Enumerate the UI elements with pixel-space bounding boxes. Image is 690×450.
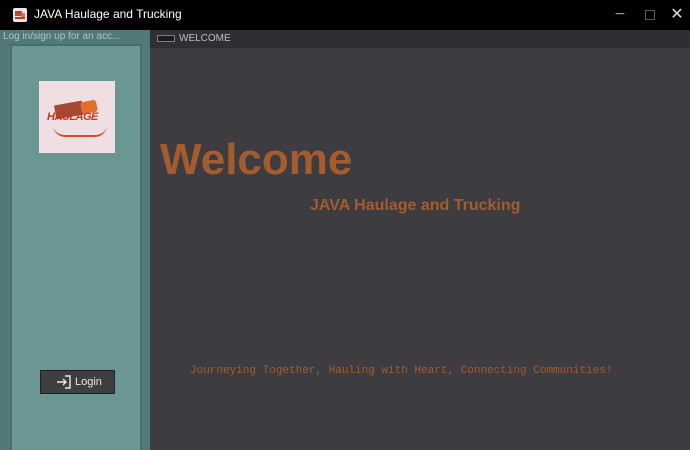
minimize-icon: − (614, 6, 626, 22)
close-button[interactable]: ✕ (662, 0, 690, 30)
tab-icon (157, 35, 175, 42)
main-content: WELCOME Welcome JAVA Haulage and Truckin… (150, 30, 690, 450)
window-title: JAVA Haulage and Trucking (34, 7, 182, 21)
tab-welcome-label: WELCOME (179, 33, 231, 44)
tab-welcome[interactable]: WELCOME (155, 31, 245, 47)
company-subtitle: JAVA Haulage and Trucking (310, 197, 521, 214)
tab-strip: WELCOME (150, 30, 690, 48)
title-bar: JAVA Haulage and Trucking − ✕ (0, 0, 690, 30)
minimize-button[interactable]: − (605, 0, 635, 30)
login-button-label: Login (75, 376, 102, 388)
close-icon: ✕ (670, 4, 684, 23)
app-logo-icon (13, 8, 27, 22)
maximize-icon (645, 10, 655, 20)
maximize-button[interactable] (635, 0, 665, 30)
logo-text: HAULAGE (47, 111, 98, 123)
login-icon (57, 375, 71, 389)
login-button[interactable]: Login (40, 370, 115, 394)
login-panel-title: Log in/sign up for an acc... (3, 31, 121, 42)
welcome-heading: Welcome (160, 135, 353, 184)
haulage-logo: HAULAGE (39, 81, 115, 153)
tagline: Journeying Together, Hauling with Heart,… (190, 365, 613, 377)
